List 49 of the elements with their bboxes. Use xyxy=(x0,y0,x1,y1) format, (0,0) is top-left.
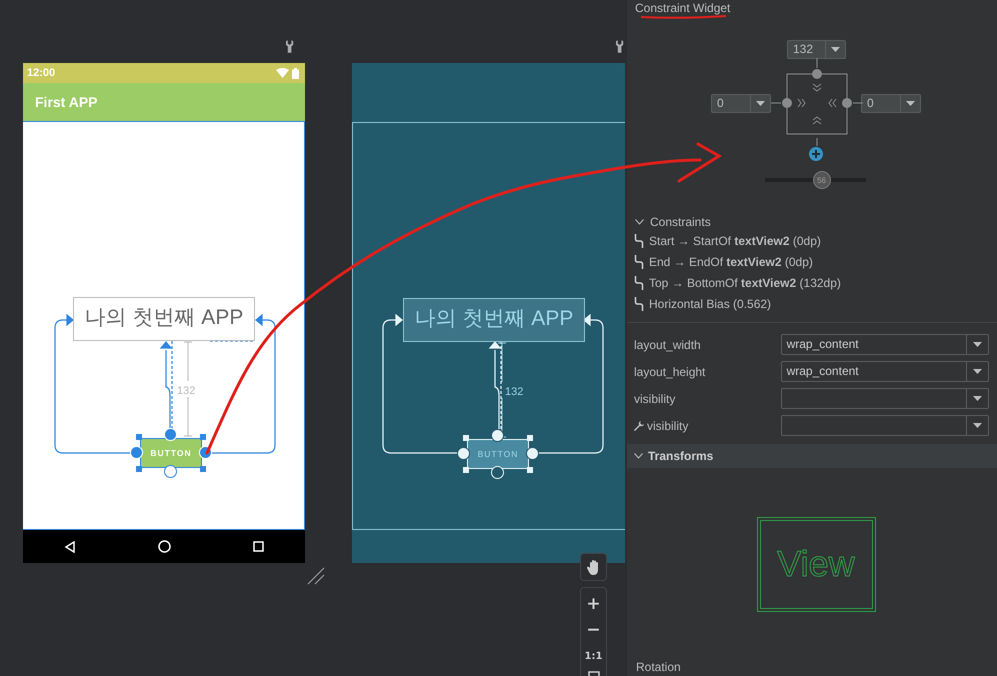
dropdown-arrow-icon xyxy=(906,101,915,106)
back-icon[interactable] xyxy=(64,540,76,552)
margin-dropdown[interactable]: 132 xyxy=(787,40,846,59)
preview-label: View xyxy=(777,543,855,585)
section-title: Constraint Widget xyxy=(635,1,730,15)
constraint-icon xyxy=(634,234,644,248)
property-label: visibility xyxy=(634,392,676,406)
transforms-header[interactable]: Transforms xyxy=(627,444,997,468)
wifi-icon xyxy=(276,68,289,78)
constraint-item[interactable]: Start → StartOf textView2 (0dp) xyxy=(649,234,821,248)
margin-label: 132 xyxy=(505,386,524,398)
status-time: 12:00 xyxy=(27,67,56,79)
dropdown-arrow-icon xyxy=(973,369,982,374)
text-view[interactable]: 나의 첫번째 APP xyxy=(73,297,255,341)
constraint-icon xyxy=(634,254,644,268)
constraint-item[interactable]: Horizontal Bias (0.562) xyxy=(649,296,772,310)
margin-dropdown[interactable]: 0 xyxy=(861,94,921,113)
battery-icon xyxy=(292,68,299,78)
property-label: layout_width xyxy=(634,338,701,352)
constraint-item[interactable]: End → EndOf textView2 (0dp) xyxy=(649,254,813,268)
app-title: First APP xyxy=(35,94,98,110)
rotation-label: Rotation xyxy=(635,660,682,674)
wrench-icon xyxy=(634,420,644,430)
wrench-icon[interactable] xyxy=(616,40,625,53)
pan-button[interactable] xyxy=(580,553,607,581)
constraint-icon xyxy=(634,276,644,290)
dropdown-arrow-icon xyxy=(973,423,982,428)
dropdown-arrow-icon xyxy=(756,101,765,106)
resize-handle-icon[interactable] xyxy=(307,567,325,585)
wrench-icon[interactable] xyxy=(286,40,295,53)
margin-label: 132 xyxy=(177,385,196,397)
property-dropdown[interactable]: wrap_content xyxy=(780,334,989,355)
property-label: layout_height xyxy=(634,364,706,378)
zoom-button[interactable]: 1:1 xyxy=(584,643,602,669)
dropdown-arrow-icon xyxy=(831,47,840,52)
dropdown-arrow-icon xyxy=(973,396,982,401)
constraint-icon xyxy=(634,296,644,310)
margin-dropdown[interactable]: 0 xyxy=(711,94,771,113)
zoom-button[interactable]: + xyxy=(586,591,601,617)
property-label: visibility xyxy=(647,418,688,432)
add-constraint-icon[interactable] xyxy=(809,147,823,161)
dropdown-arrow-icon xyxy=(973,342,982,347)
hand-icon xyxy=(586,560,600,574)
property-dropdown[interactable]: wrap_content xyxy=(780,361,989,382)
home-icon[interactable] xyxy=(158,540,171,553)
zoom-button[interactable]: − xyxy=(586,617,601,643)
constraint-item[interactable]: Top → BottomOf textView2 (132dp) xyxy=(649,276,841,290)
constraints-header[interactable]: Constraints xyxy=(627,201,997,230)
recents-icon[interactable] xyxy=(253,541,264,552)
